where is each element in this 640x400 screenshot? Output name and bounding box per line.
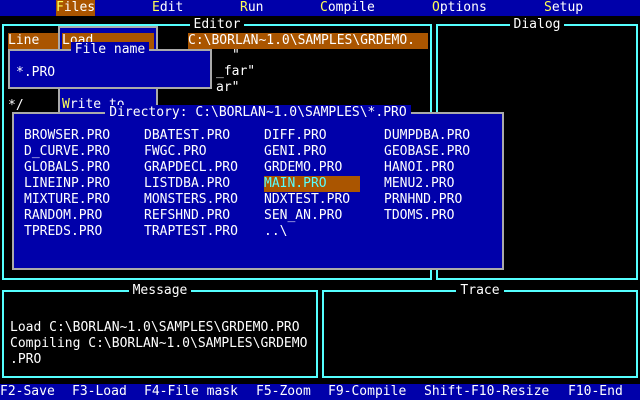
directory-file-item[interactable]: MAIN.PRO xyxy=(264,176,360,192)
directory-file-item[interactable]: NDXTEST.PRO xyxy=(264,192,350,208)
directory-file-item[interactable]: ..\ xyxy=(264,224,287,240)
directory-file-item[interactable]: MENU2.PRO xyxy=(384,176,454,192)
directory-file-item[interactable]: LISTDBA.PRO xyxy=(144,176,230,192)
directory-file-item[interactable]: GRDEMO.PRO xyxy=(264,160,342,176)
directory-file-item[interactable]: PRNHND.PRO xyxy=(384,192,462,208)
directory-file-item[interactable]: DIFF.PRO xyxy=(264,128,327,144)
directory-file-item[interactable]: DUMPDBA.PRO xyxy=(384,128,470,144)
menu-run[interactable]: Run xyxy=(240,0,263,16)
directory-file-item[interactable]: LINEINP.PRO xyxy=(24,176,110,192)
directory-title-wrap: Directory: C:\BORLAN~1.0\SAMPLES\*.PRO xyxy=(14,105,502,121)
status-bar: F2-Save F3-Load F4-File mask F5-Zoom F9-… xyxy=(0,384,640,400)
directory-file-item[interactable]: TDOMS.PRO xyxy=(384,208,454,224)
directory-title: Directory: C:\BORLAN~1.0\SAMPLES\*.PRO xyxy=(105,105,411,120)
file-name-title: File name xyxy=(70,42,150,57)
directory-file-item[interactable]: TPREDS.PRO xyxy=(24,224,102,240)
menu-files-hotkey: F xyxy=(56,0,64,15)
menu-bar: Files Edit Run Compile Options Setup xyxy=(0,0,640,16)
menu-options-hotkey: O xyxy=(432,0,440,15)
message-line-3: .PRO xyxy=(10,352,42,367)
menu-options-label: ptions xyxy=(439,0,487,15)
status-f9-compile[interactable]: F9-Compile xyxy=(328,384,406,400)
directory-file-item[interactable]: GEOBASE.PRO xyxy=(384,144,470,160)
directory-file-item[interactable]: MIXTURE.PRO xyxy=(24,192,110,208)
directory-file-item[interactable]: DBATEST.PRO xyxy=(144,128,230,144)
message-title-wrap: Message xyxy=(4,283,316,299)
message-line-2: Compiling C:\BORLAN~1.0\SAMPLES\GRDEMO xyxy=(10,336,308,351)
directory-box: Directory: C:\BORLAN~1.0\SAMPLES\*.PRO B… xyxy=(12,105,504,270)
menu-options[interactable]: Options xyxy=(432,0,487,16)
directory-file-item[interactable]: D_CURVE.PRO xyxy=(24,144,110,160)
file-name-box: File name *.PRO xyxy=(8,42,212,89)
status-shift-f10-resize[interactable]: Shift-F10-Resize xyxy=(424,384,549,400)
editor-fragment-2: _far" xyxy=(216,64,256,79)
dialog-title-wrap: Dialog xyxy=(438,17,636,33)
editor-path: C:\BORLAN~1.0\SAMPLES\GRDEMO. xyxy=(188,33,428,49)
menu-compile-label: ompile xyxy=(327,0,375,15)
menu-compile[interactable]: Compile xyxy=(320,0,375,16)
menu-edit-hotkey: E xyxy=(152,0,160,15)
editor-fragment-1: " xyxy=(232,48,240,63)
directory-file-item[interactable]: HANOI.PRO xyxy=(384,160,454,176)
menu-setup-label: etup xyxy=(551,0,584,15)
menu-run-label: un xyxy=(247,0,264,15)
trace-title: Trace xyxy=(456,283,504,298)
status-f10-end[interactable]: F10-End xyxy=(568,384,623,400)
menu-compile-hotkey: C xyxy=(320,0,328,15)
directory-file-item[interactable]: BROWSER.PRO xyxy=(24,128,110,144)
menu-edit-label: dit xyxy=(159,0,184,15)
trace-window[interactable]: Trace xyxy=(322,283,638,378)
directory-file-item[interactable]: GLOBALS.PRO xyxy=(24,160,110,176)
directory-file-item[interactable]: FWGC.PRO xyxy=(144,144,207,160)
menu-files[interactable]: Files xyxy=(56,0,96,16)
directory-file-item[interactable]: GENI.PRO xyxy=(264,144,327,160)
menu-setup-hotkey: S xyxy=(544,0,552,15)
editor-title: Editor xyxy=(189,17,245,32)
menu-files-label: iles xyxy=(63,0,96,15)
message-window[interactable]: Message Load C:\BORLAN~1.0\SAMPLES\GRDEM… xyxy=(2,283,318,378)
editor-fragment-3: ar" xyxy=(216,80,240,95)
status-f2-save[interactable]: F2-Save xyxy=(0,384,55,400)
directory-file-item[interactable]: REFSHND.PRO xyxy=(144,208,230,224)
dialog-title: Dialog xyxy=(509,17,565,32)
message-line-1: Load C:\BORLAN~1.0\SAMPLES\GRDEMO.PRO xyxy=(10,320,300,335)
menu-edit[interactable]: Edit xyxy=(152,0,183,16)
status-f4-file-mask[interactable]: F4-File mask xyxy=(144,384,238,400)
message-title: Message xyxy=(128,283,192,298)
menu-run-hotkey: R xyxy=(240,0,248,15)
trace-title-wrap: Trace xyxy=(324,283,636,299)
status-f5-zoom[interactable]: F5-Zoom xyxy=(256,384,311,400)
directory-file-item[interactable]: RANDOM.PRO xyxy=(24,208,102,224)
menu-setup[interactable]: Setup xyxy=(544,0,583,16)
directory-file-item[interactable]: MONSTERS.PRO xyxy=(144,192,238,208)
status-f3-load[interactable]: F3-Load xyxy=(72,384,127,400)
directory-file-item[interactable]: TRAPTEST.PRO xyxy=(144,224,238,240)
directory-file-item[interactable]: GRAPDECL.PRO xyxy=(144,160,238,176)
directory-file-item[interactable]: SEN_AN.PRO xyxy=(264,208,342,224)
file-name-input[interactable]: *.PRO xyxy=(16,65,55,81)
file-name-title-wrap: File name xyxy=(10,42,210,58)
